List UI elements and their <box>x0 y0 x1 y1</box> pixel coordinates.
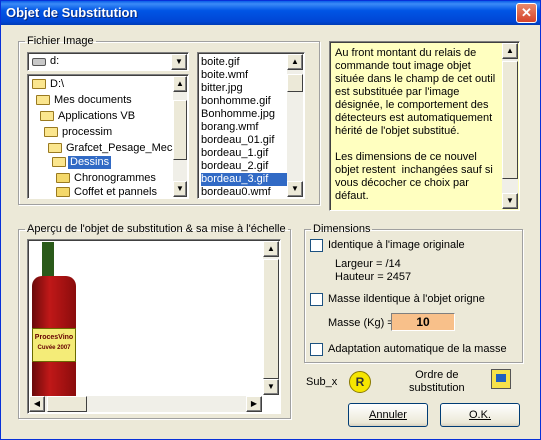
scroll-up-icon[interactable]: ▲ <box>263 241 279 257</box>
directory-list[interactable]: D:\ Mes documents Applications VB proces… <box>27 74 189 199</box>
scroll-thumb[interactable] <box>287 74 303 92</box>
file-item[interactable]: bordeau_01.gif <box>201 134 287 147</box>
folder-icon <box>56 173 70 183</box>
folder-open-icon <box>52 157 66 167</box>
bottle-neck <box>42 242 54 280</box>
title-bar: Objet de Substitution ✕ <box>1 1 540 25</box>
auto-mass-checkbox[interactable] <box>310 343 323 356</box>
bottle-label-line2: Cuvée 2007 <box>37 345 71 351</box>
close-icon: ✕ <box>521 5 532 20</box>
file-item-selected[interactable]: bordeau_3.gif <box>201 173 287 186</box>
file-list[interactable]: boite.gif boite.wmf bitter.jpg bonhomme.… <box>197 52 305 199</box>
drive-value: d: <box>50 55 60 67</box>
folder-open-icon <box>32 79 46 89</box>
scroll-down-icon[interactable]: ▼ <box>263 379 279 395</box>
file-item[interactable]: bordeau_2.gif <box>201 160 287 173</box>
file-item[interactable]: bitter.jpg <box>201 82 287 95</box>
scroll-up-icon[interactable]: ▲ <box>502 43 518 59</box>
close-button[interactable]: ✕ <box>516 3 537 23</box>
file-item[interactable]: boite.gif <box>201 56 287 69</box>
sub-label: Sub_x <box>306 376 338 388</box>
identical-label: Identique à l'image originale <box>328 239 465 251</box>
scroll-thumb[interactable] <box>173 100 187 160</box>
auto-mass-label: Adaptation automatique de la masse <box>328 343 507 355</box>
file-scrollbar[interactable]: ▲ ▼ <box>287 54 303 197</box>
file-item[interactable]: boite.wmf <box>201 69 287 82</box>
preview-vscroll[interactable]: ▲ ▼ <box>263 241 279 395</box>
preview-hscroll[interactable]: ◀ ▶ <box>29 396 262 412</box>
preview-canvas: ProcesVino Cuvée 2007 ▲ ▼ ◀ ▶ <box>27 239 281 414</box>
mass-identical-checkbox[interactable] <box>310 293 323 306</box>
mass-identical-label: Masse ildentique à l'objet origne <box>328 293 485 305</box>
scroll-left-icon[interactable]: ◀ <box>29 396 45 412</box>
bottle-label-line1: ProcesVino <box>34 334 74 341</box>
file-image-legend: Fichier Image <box>27 35 94 47</box>
scroll-down-icon[interactable]: ▼ <box>287 181 303 197</box>
directory-scrollbar[interactable]: ▲ ▼ <box>173 76 187 197</box>
cancel-label: Annuler <box>369 409 407 421</box>
scroll-down-icon[interactable]: ▼ <box>173 181 187 197</box>
scroll-thumb[interactable] <box>47 396 87 412</box>
ok-button[interactable]: O.K. <box>440 403 520 427</box>
window-title: Objet de Substitution <box>6 5 138 20</box>
file-item[interactable]: Bonhomme.jpg <box>201 108 287 121</box>
substitution-order-icon[interactable] <box>491 369 511 389</box>
height-label: Hauteur = 2457 <box>335 271 412 283</box>
scroll-down-icon[interactable]: ▼ <box>502 193 518 209</box>
scroll-up-icon[interactable]: ▲ <box>287 54 303 70</box>
folder-open-icon <box>44 127 58 137</box>
drive-select[interactable]: d: ▼ <box>27 52 189 71</box>
bottle-label: ProcesVino Cuvée 2007 <box>32 328 76 362</box>
identical-checkbox[interactable] <box>310 239 323 252</box>
dialog-window: Objet de Substitution ✕ Fichier Image d:… <box>0 0 541 440</box>
drive-icon <box>32 58 46 66</box>
help-text: Au front montant du relais de commande t… <box>335 47 496 202</box>
scroll-thumb[interactable] <box>263 259 279 379</box>
scroll-thumb[interactable] <box>502 61 518 179</box>
folder-open-icon <box>40 111 54 121</box>
width-label: Largeur = /14 <box>335 258 401 270</box>
mass-label: Masse (Kg) = <box>328 317 394 329</box>
folder-open-icon <box>48 143 62 153</box>
scroll-up-icon[interactable]: ▲ <box>173 76 187 92</box>
scroll-right-icon[interactable]: ▶ <box>246 396 262 412</box>
file-item[interactable]: bordeau_1.gif <box>201 147 287 160</box>
order-label: Ordre de substitution <box>409 369 465 394</box>
help-scrollbar[interactable]: ▲ ▼ <box>502 43 518 209</box>
relay-icon[interactable]: R <box>349 371 371 393</box>
chevron-down-icon[interactable]: ▼ <box>171 54 187 70</box>
file-item[interactable]: bonhomme.gif <box>201 95 287 108</box>
dimensions-legend: Dimensions <box>313 223 371 235</box>
file-item[interactable]: borang.wmf <box>201 121 287 134</box>
cancel-button[interactable]: Annuler <box>348 403 428 427</box>
ok-label: O.K. <box>468 409 491 421</box>
folder-icon <box>56 187 70 197</box>
mass-input[interactable]: 10 <box>391 313 455 331</box>
file-item[interactable]: bordeau0.wmf <box>201 186 287 198</box>
folder-open-icon <box>36 95 50 105</box>
help-box: Au front montant du relais de commande t… <box>329 41 520 211</box>
preview-legend: Aperçu de l'objet de substitution & sa m… <box>27 223 286 235</box>
